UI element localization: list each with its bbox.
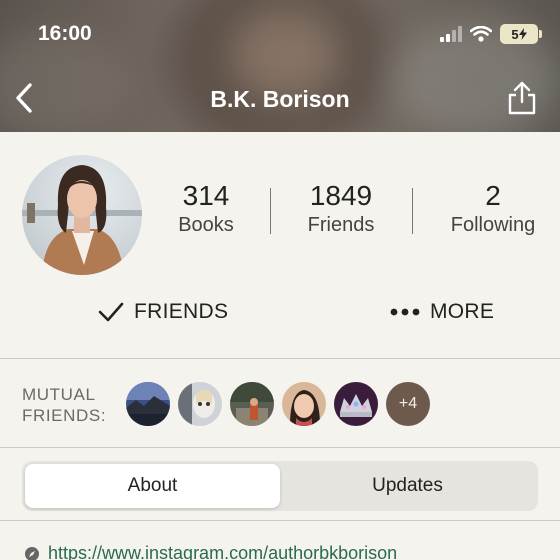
mutual-friend-avatar[interactable]: [126, 382, 170, 426]
mutual-friend-avatar[interactable]: [178, 382, 222, 426]
author-photo: [22, 165, 142, 275]
tab-about[interactable]: About: [25, 464, 280, 508]
stat-books-value: 314: [182, 180, 230, 211]
profile-tabs: About Updates: [22, 461, 538, 511]
stat-following-value: 2: [485, 180, 501, 211]
share-icon: [508, 81, 536, 115]
checkmark-icon: [98, 302, 124, 322]
website-link-row[interactable]: https://www.instagram.com/authorbkboriso…: [24, 543, 397, 560]
profile-avatar[interactable]: [22, 155, 142, 275]
page-title: B.K. Borison: [210, 86, 350, 112]
divider: [0, 447, 560, 448]
divider: [0, 520, 560, 521]
battery-icon: 5: [500, 24, 542, 44]
compass-icon: [25, 546, 39, 560]
battery-level: 5: [511, 26, 519, 42]
share-button[interactable]: [506, 80, 538, 116]
more-button-label: MORE: [430, 300, 495, 323]
stat-divider: [412, 188, 413, 234]
charging-bolt-icon: [518, 28, 527, 40]
status-time: 16:00: [38, 22, 92, 45]
friends-button-label: FRIENDS: [134, 300, 229, 323]
more-button[interactable]: MORE: [390, 300, 494, 324]
mutual-friend-avatar[interactable]: [334, 382, 378, 426]
stat-following-label: Following: [450, 214, 536, 236]
stat-books[interactable]: 314 Books: [136, 180, 276, 237]
website-link[interactable]: https://www.instagram.com/authorbkboriso…: [48, 543, 397, 560]
mutual-friend-avatar[interactable]: [230, 382, 274, 426]
cover-header: 16:00 5 B.K. Borison: [0, 0, 560, 132]
wifi-icon: [470, 26, 492, 42]
mutual-friend-avatar[interactable]: [282, 382, 326, 426]
stat-books-label: Books: [178, 214, 234, 236]
more-mutual-friends-badge[interactable]: +4: [386, 382, 430, 426]
stat-friends-label: Friends: [307, 214, 375, 236]
mutual-friends-list: +4: [126, 382, 430, 426]
status-icons: 5: [440, 24, 542, 44]
signal-icon: [440, 26, 462, 42]
stat-friends-value: 1849: [309, 180, 373, 211]
tab-updates[interactable]: Updates: [280, 464, 535, 508]
friends-button[interactable]: FRIENDS: [98, 300, 228, 324]
more-dots-icon: [390, 308, 420, 316]
stat-following[interactable]: 2 Following: [423, 180, 560, 237]
profile-stats: 314 Books 1849 Friends 2 Following: [142, 180, 560, 250]
mutual-friends-label: MUTUAL FRIENDS:: [22, 385, 107, 425]
divider: [0, 358, 560, 359]
stat-friends[interactable]: 1849 Friends: [271, 180, 411, 237]
